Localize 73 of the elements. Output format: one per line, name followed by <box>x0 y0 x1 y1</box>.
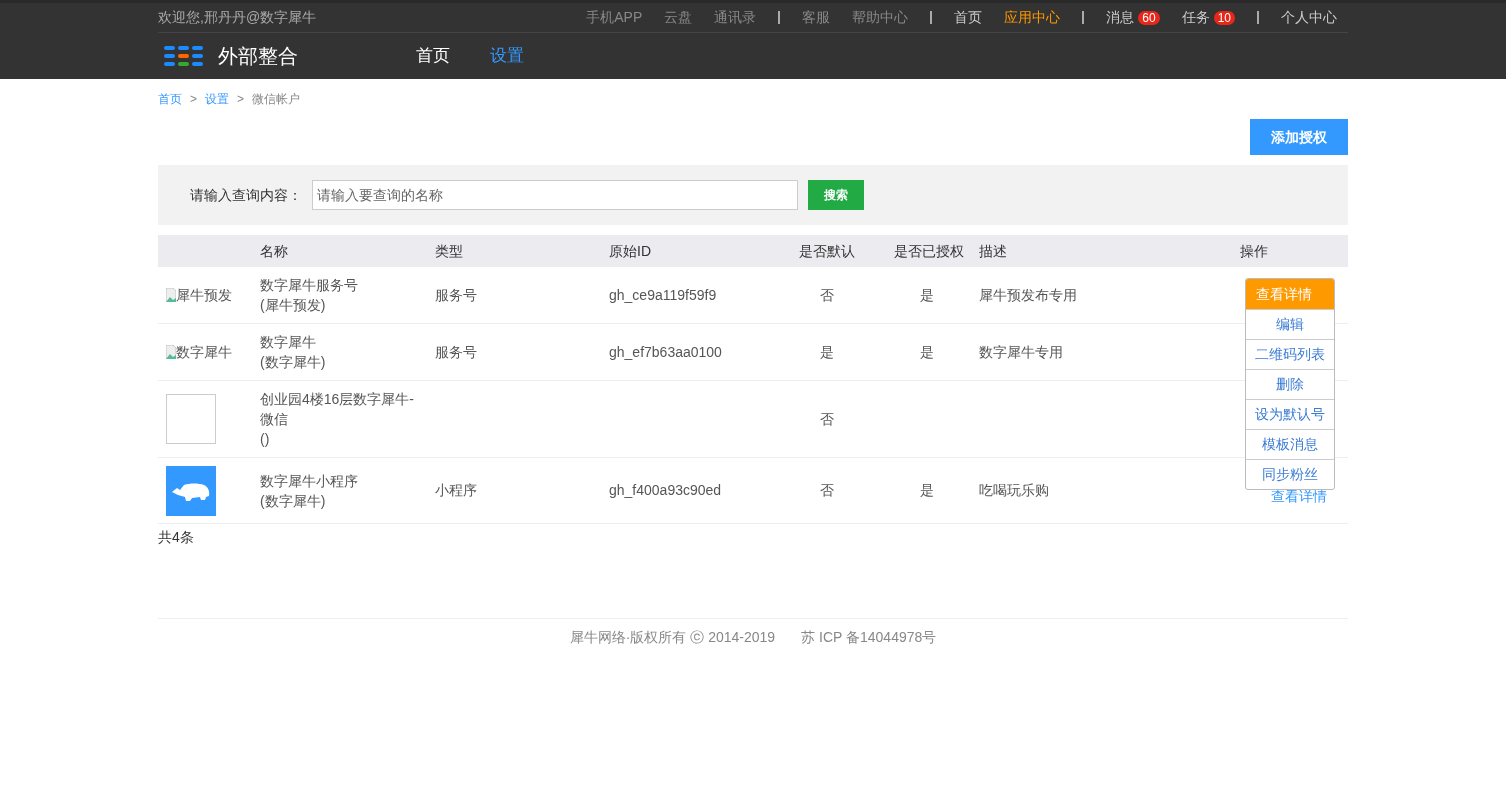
column-header: 是否已授权 <box>894 242 964 259</box>
count-badge: 10 <box>1213 10 1235 25</box>
table-cell: 是 <box>919 286 934 303</box>
table-cell: gh_ef7b63aa0100 <box>609 343 722 360</box>
table-cell: 犀牛预发布专用 <box>979 286 1077 303</box>
account-name: 数字犀牛小程序 <box>260 471 359 491</box>
table-cell: 服务号 <box>435 343 477 360</box>
grid-logo-icon <box>164 46 204 66</box>
breadcrumb-separator: > <box>237 91 245 108</box>
table-cell: 是 <box>919 343 934 360</box>
account-alias: (犀牛预发) <box>260 296 327 315</box>
broken-image-alt-text: 数字犀牛 <box>166 341 260 363</box>
top-link[interactable]: 客服 <box>802 7 831 28</box>
table-cell: 数字犀牛专用 <box>979 343 1063 360</box>
column-header: 是否默认 <box>798 242 855 259</box>
account-alias: (数字犀牛) <box>260 491 327 511</box>
nav-tab[interactable]: 设置 <box>490 43 524 69</box>
table-cell: 否 <box>819 482 834 498</box>
icp-text: 苏 ICP 备14044978号 <box>801 628 937 647</box>
top-link[interactable]: 帮助中心 <box>852 7 909 28</box>
search-label: 请输入查询内容： <box>190 185 302 205</box>
menu-item[interactable]: 删除 <box>1246 369 1334 399</box>
view-details-link[interactable]: 查看详情 <box>1270 488 1327 504</box>
table-cell: 否 <box>819 286 834 303</box>
account-alias: () <box>260 430 271 449</box>
nav-tab[interactable]: 首页 <box>416 43 450 69</box>
account-name: 创业园4楼16层数字犀牛-微信 <box>260 390 416 429</box>
rhino-logo-icon <box>166 465 216 516</box>
account-alias: (数字犀牛) <box>260 353 327 372</box>
breadcrumb-link[interactable]: 设置 <box>205 90 229 108</box>
table-cell: 否 <box>819 410 834 427</box>
add-authorization-button[interactable]: 添加授权 <box>1250 119 1348 155</box>
account-name: 数字犀牛服务号 <box>260 276 359 295</box>
app-name: 外部整合 <box>218 44 298 69</box>
search-button[interactable]: 搜索 <box>808 180 864 210</box>
menu-item[interactable]: 设为默认号 <box>1246 399 1334 429</box>
table-cell: 小程序 <box>435 482 477 498</box>
breadcrumb-current: 微信帐户 <box>252 91 301 108</box>
menu-item[interactable]: 二维码列表 <box>1246 339 1334 369</box>
account-name: 数字犀牛 <box>260 333 317 352</box>
column-header: 原始ID <box>609 242 651 259</box>
top-link[interactable]: 消息 60 <box>1106 7 1160 28</box>
broken-image-icon <box>166 288 176 302</box>
column-header: 操作 <box>1239 242 1268 259</box>
column-header: 名称 <box>260 242 288 259</box>
top-link[interactable]: 任务 10 <box>1181 7 1235 28</box>
table-cell: gh_ce9a119f59f9 <box>609 286 717 303</box>
column-header: 类型 <box>435 242 463 259</box>
breadcrumb-link[interactable]: 首页 <box>158 90 182 108</box>
table-cell: gh_f400a93c90ed <box>609 482 722 498</box>
top-link[interactable]: 通讯录 <box>714 7 757 28</box>
menu-item[interactable]: 模板消息 <box>1246 429 1334 459</box>
top-link[interactable]: 云盘 <box>664 7 693 28</box>
breadcrumb-separator: > <box>190 91 197 108</box>
empty-image <box>166 394 216 444</box>
broken-image-icon <box>166 345 176 359</box>
menu-item[interactable]: 同步粉丝 <box>1246 459 1334 489</box>
table-cell: 吃喝玩乐购 <box>979 482 1049 498</box>
search-field[interactable]: 请输入要查询的名称 <box>312 180 798 210</box>
welcome-text: 欢迎您,邢丹丹@数字犀牛 <box>158 8 317 27</box>
menu-item[interactable]: 编辑 <box>1246 309 1334 339</box>
total-count: 共4条 <box>158 528 194 547</box>
top-link[interactable]: 首页 <box>954 7 983 28</box>
table-cell: 是 <box>819 343 834 360</box>
top-link[interactable]: 手机APP <box>586 7 643 28</box>
broken-image-alt-text: 犀牛预发 <box>166 284 260 306</box>
count-badge: 60 <box>1138 10 1160 25</box>
top-link[interactable]: 个人中心 <box>1281 7 1337 28</box>
column-header: 描述 <box>979 242 1007 259</box>
table-cell: 是 <box>919 482 934 498</box>
copyright-text: 犀牛网络·版权所有 ⓒ 2014-2019 <box>569 628 776 647</box>
top-link[interactable]: 应用中心 <box>1004 7 1061 28</box>
table-cell: 服务号 <box>435 286 477 303</box>
